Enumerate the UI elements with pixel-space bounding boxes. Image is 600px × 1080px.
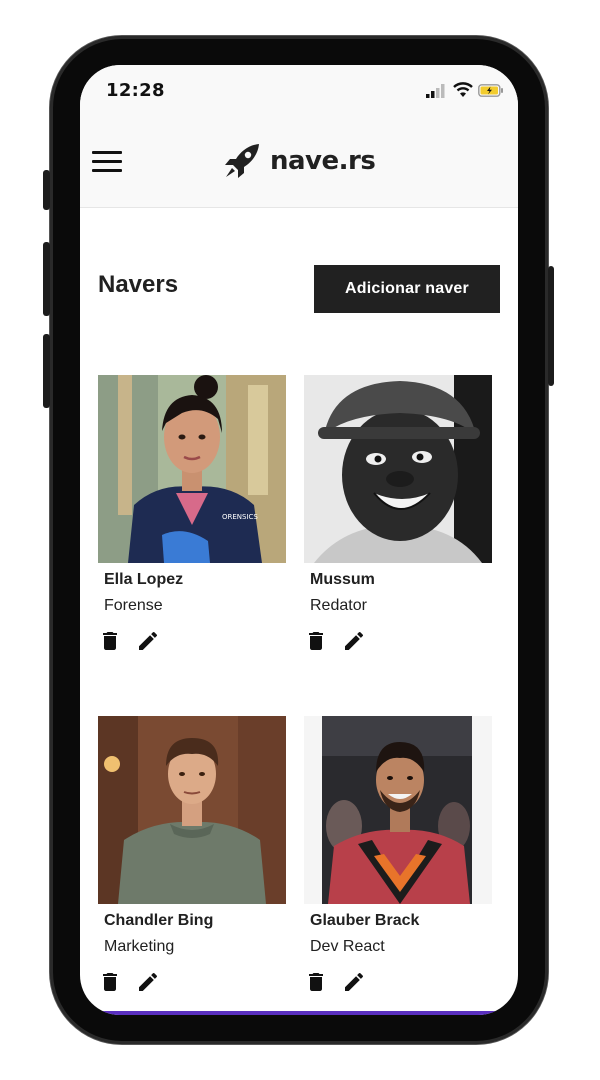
logo-text: nave.rs <box>270 146 376 176</box>
trash-icon[interactable] <box>304 970 328 994</box>
naver-name: Mussum <box>310 571 375 588</box>
naver-card[interactable]: Chandler Bing Marketing <box>98 716 286 994</box>
wifi-icon <box>453 82 473 97</box>
naver-card[interactable]: Mussum Redator <box>304 375 492 653</box>
edit-pencil-icon[interactable] <box>342 970 366 994</box>
phone-mute-switch <box>43 170 50 210</box>
trash-icon[interactable] <box>304 629 328 653</box>
phone-volume-down <box>43 334 50 408</box>
trash-icon[interactable] <box>98 970 122 994</box>
title-row: Navers Adicionar naver <box>98 265 500 313</box>
phone-volume-up <box>43 242 50 316</box>
app-header: nave.rs <box>80 117 518 208</box>
cellular-signal-icon <box>426 84 445 98</box>
naver-name: Ella Lopez <box>104 571 184 588</box>
naver-actions <box>304 970 492 994</box>
naver-actions <box>304 629 492 653</box>
status-time: 12:28 <box>106 80 165 101</box>
edit-pencil-icon[interactable] <box>342 629 366 653</box>
naver-photo[interactable]: ORENSICS <box>98 375 286 563</box>
naver-photo[interactable] <box>98 716 286 904</box>
naver-photo[interactable] <box>304 716 492 904</box>
page-title: Navers <box>98 271 179 298</box>
naver-card[interactable]: ORENSICS Ella Lopez Forense <box>98 375 286 653</box>
edit-pencil-icon[interactable] <box>136 629 160 653</box>
naver-role: Dev React <box>310 938 385 955</box>
hamburger-menu-icon[interactable] <box>92 151 122 173</box>
edit-pencil-icon[interactable] <box>136 970 160 994</box>
battery-charging-icon <box>478 84 503 97</box>
rocket-icon <box>225 144 259 178</box>
phone-power-button <box>548 266 554 386</box>
naver-role: Forense <box>104 597 163 614</box>
svg-text:ORENSICS: ORENSICS <box>222 513 258 521</box>
naver-name: Chandler Bing <box>104 912 214 929</box>
naver-card[interactable]: Glauber Brack Dev React <box>304 716 492 994</box>
app-screen: 12:28 nave.rs Navers Adicionar naver ORE… <box>80 65 518 1015</box>
naver-name: Glauber Brack <box>310 912 420 929</box>
logo: nave.rs <box>222 141 376 181</box>
status-bar: 12:28 <box>80 65 518 117</box>
naver-actions <box>98 629 286 653</box>
naver-role: Marketing <box>104 938 175 955</box>
bottom-accent-bar <box>80 1011 518 1015</box>
naver-actions <box>98 970 286 994</box>
naver-photo[interactable] <box>304 375 492 563</box>
naver-role: Redator <box>310 597 367 614</box>
add-naver-button[interactable]: Adicionar naver <box>314 265 500 313</box>
trash-icon[interactable] <box>98 629 122 653</box>
